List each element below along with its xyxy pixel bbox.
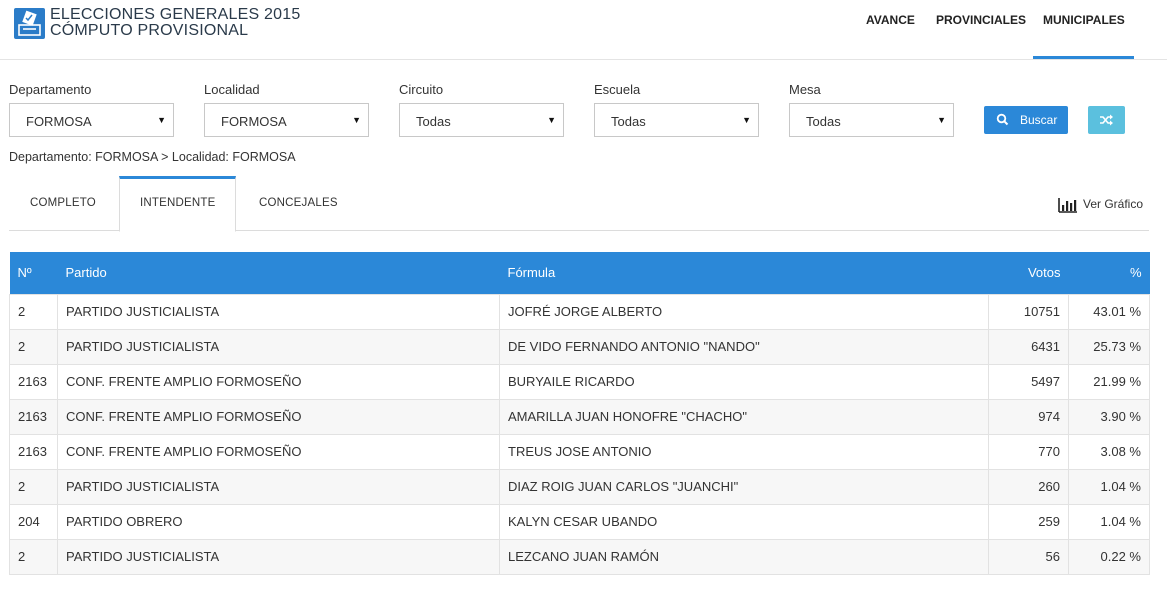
search-icon: [996, 113, 1009, 129]
mesa-label: Mesa: [789, 82, 821, 97]
cell-porcentaje: 21.99 %: [1068, 363, 1150, 400]
app-title: ELECCIONES GENERALES 2015 CÓMPUTO PROVIS…: [50, 7, 300, 39]
mesa-select[interactable]: Todas ▼: [789, 103, 954, 137]
circuito-select[interactable]: Todas ▼: [399, 103, 564, 137]
escuela-label: Escuela: [594, 82, 641, 97]
mesa-value: Todas: [806, 114, 841, 129]
departamento-label: Departamento: [9, 82, 92, 97]
table-header-row: Nº Partido Fórmula Votos %: [9, 252, 1150, 294]
col-header-votos[interactable]: Votos: [988, 252, 1069, 294]
cell-porcentaje: 1.04 %: [1068, 503, 1150, 540]
tab-completo[interactable]: COMPLETO: [30, 197, 96, 209]
cell-votos: 56: [988, 538, 1069, 575]
cell-partido: PARTIDO JUSTICIALISTA: [57, 328, 500, 365]
cell-numero: 2: [9, 538, 58, 575]
cell-partido: PARTIDO JUSTICIALISTA: [57, 538, 500, 575]
table-row: 2 PARTIDO JUSTICIALISTA LEZCANO JUAN RAM…: [9, 538, 1150, 575]
table-row: 2 PARTIDO JUSTICIALISTA DIAZ ROIG JUAN C…: [9, 468, 1150, 505]
cell-partido: CONF. FRENTE AMPLIO FORMOSEÑO: [57, 398, 500, 435]
top-header: ELECCIONES GENERALES 2015 CÓMPUTO PROVIS…: [0, 0, 1167, 60]
cell-formula: TREUS JOSE ANTONIO: [499, 433, 989, 470]
escuela-select[interactable]: Todas ▼: [594, 103, 759, 137]
table-row: 2 PARTIDO JUSTICIALISTA DE VIDO FERNANDO…: [9, 328, 1150, 365]
departamento-select[interactable]: FORMOSA ▼: [9, 103, 174, 137]
table-row: 2163 CONF. FRENTE AMPLIO FORMOSEÑO BURYA…: [9, 363, 1150, 400]
nav-avance[interactable]: AVANCE: [866, 13, 915, 27]
cell-numero: 2: [9, 468, 58, 505]
localidad-label: Localidad: [204, 82, 260, 97]
cell-porcentaje: 3.90 %: [1068, 398, 1150, 435]
table-row: 204 PARTIDO OBRERO KALYN CESAR UBANDO 25…: [9, 503, 1150, 540]
ver-grafico-label: Ver Gráfico: [1083, 197, 1144, 211]
cell-formula: LEZCANO JUAN RAMÓN: [499, 538, 989, 575]
shuffle-icon: [1100, 114, 1113, 126]
cell-numero: 2163: [9, 398, 58, 435]
breadcrumb: Departamento: FORMOSA > Localidad: FORMO…: [9, 150, 296, 164]
col-header-formula[interactable]: Fórmula: [499, 252, 989, 294]
escuela-value: Todas: [611, 114, 646, 129]
cell-porcentaje: 25.73 %: [1068, 328, 1150, 365]
cell-partido: PARTIDO JUSTICIALISTA: [57, 468, 500, 505]
cell-votos: 10751: [988, 293, 1069, 330]
cell-numero: 2: [9, 328, 58, 365]
cell-partido: PARTIDO JUSTICIALISTA: [57, 293, 500, 330]
cell-porcentaje: 43.01 %: [1068, 293, 1150, 330]
cell-partido: CONF. FRENTE AMPLIO FORMOSEÑO: [57, 363, 500, 400]
cell-formula: BURYAILE RICARDO: [499, 363, 989, 400]
cell-partido: PARTIDO OBRERO: [57, 503, 500, 540]
localidad-value: FORMOSA: [221, 114, 287, 129]
circuito-label: Circuito: [399, 82, 444, 97]
caret-down-icon: ▼: [547, 115, 556, 125]
ballot-box-icon[interactable]: [14, 8, 45, 39]
caret-down-icon: ▼: [352, 115, 361, 125]
table-row: 2 PARTIDO JUSTICIALISTA JOFRÉ JORGE ALBE…: [9, 293, 1150, 330]
cell-votos: 974: [988, 398, 1069, 435]
cell-porcentaje: 3.08 %: [1068, 433, 1150, 470]
cell-formula: AMARILLA JUAN HONOFRE "CHACHO": [499, 398, 989, 435]
tab-intendente[interactable]: INTENDENTE: [140, 197, 215, 209]
cell-votos: 259: [988, 503, 1069, 540]
table-row: 2163 CONF. FRENTE AMPLIO FORMOSEÑO TREUS…: [9, 433, 1150, 470]
cell-votos: 6431: [988, 328, 1069, 365]
caret-down-icon: ▼: [742, 115, 751, 125]
cell-formula: DE VIDO FERNANDO ANTONIO "NANDO": [499, 328, 989, 365]
cell-formula: KALYN CESAR UBANDO: [499, 503, 989, 540]
cell-porcentaje: 0.22 %: [1068, 538, 1150, 575]
col-header-porcentaje[interactable]: %: [1068, 252, 1150, 294]
nav-municipales[interactable]: MUNICIPALES: [1043, 13, 1125, 27]
caret-down-icon: ▼: [937, 115, 946, 125]
title-line-1: ELECCIONES GENERALES 2015: [50, 6, 301, 23]
buscar-label: Buscar: [1020, 113, 1058, 127]
cell-votos: 260: [988, 468, 1069, 505]
title-line-2: CÓMPUTO PROVISIONAL: [50, 22, 249, 39]
cell-numero: 2163: [9, 433, 58, 470]
cell-partido: CONF. FRENTE AMPLIO FORMOSEÑO: [57, 433, 500, 470]
cell-numero: 2: [9, 293, 58, 330]
buscar-button[interactable]: Buscar: [984, 106, 1068, 134]
cell-porcentaje: 1.04 %: [1068, 468, 1150, 505]
cell-formula: DIAZ ROIG JUAN CARLOS "JUANCHI": [499, 468, 989, 505]
active-nav-indicator: [1033, 56, 1134, 59]
bar-chart-icon: [1058, 198, 1077, 213]
circuito-value: Todas: [416, 114, 451, 129]
tab-concejales[interactable]: CONCEJALES: [259, 197, 338, 209]
cell-numero: 204: [9, 503, 58, 540]
cell-votos: 5497: [988, 363, 1069, 400]
nav-provinciales[interactable]: PROVINCIALES: [936, 13, 1026, 27]
cell-formula: JOFRÉ JORGE ALBERTO: [499, 293, 989, 330]
cell-votos: 770: [988, 433, 1069, 470]
localidad-select[interactable]: FORMOSA ▼: [204, 103, 369, 137]
departamento-value: FORMOSA: [26, 114, 92, 129]
cell-numero: 2163: [9, 363, 58, 400]
results-table: Nº Partido Fórmula Votos % 2 PARTIDO JUS…: [9, 252, 1150, 575]
shuffle-button[interactable]: [1088, 106, 1125, 134]
col-header-numero[interactable]: Nº: [9, 252, 58, 294]
table-row: 2163 CONF. FRENTE AMPLIO FORMOSEÑO AMARI…: [9, 398, 1150, 435]
col-header-partido[interactable]: Partido: [57, 252, 500, 294]
caret-down-icon: ▼: [157, 115, 166, 125]
